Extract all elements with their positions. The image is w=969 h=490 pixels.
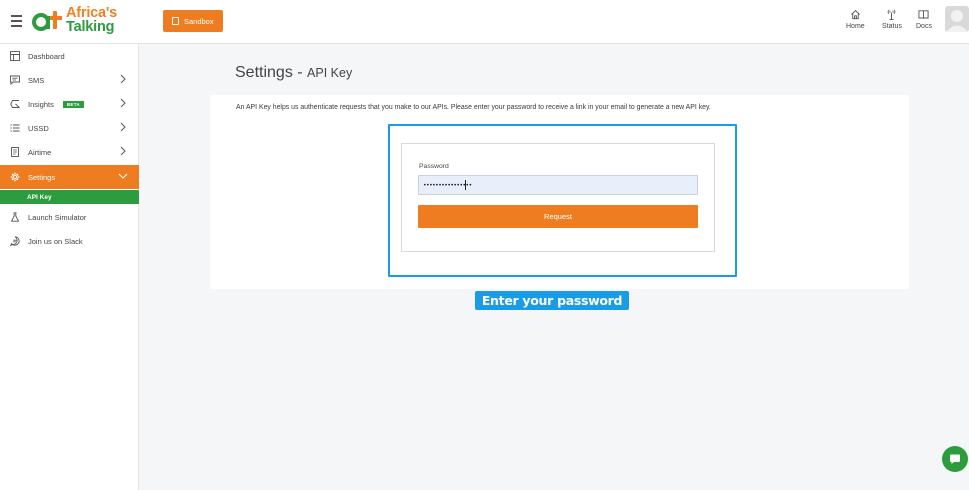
sidebar-item-label: Dashboard — [28, 51, 65, 61]
sidebar-item-label: Settings — [28, 172, 56, 182]
chevron-right-icon — [120, 122, 126, 132]
dashboard-icon — [10, 51, 20, 61]
sidebar-item-dashboard[interactable]: Dashboard — [0, 44, 139, 68]
sidebar-item-sms[interactable]: SMS — [0, 68, 139, 92]
sidebar-item-label: USSD — [28, 123, 49, 133]
chevron-right-icon — [120, 146, 126, 156]
top-bar: Africa's Talking Sandbox Home Status Doc… — [0, 0, 969, 44]
sidebar-item-settings[interactable]: Settings — [0, 165, 139, 189]
ussd-icon — [10, 124, 20, 132]
africas-talking-logo[interactable]: Africa's Talking — [32, 5, 132, 37]
status-antenna-icon — [888, 9, 896, 20]
chevron-down-icon — [118, 173, 128, 179]
tutorial-callout: Enter your password — [475, 291, 629, 310]
insights-icon — [10, 100, 20, 108]
chat-widget-button[interactable] — [942, 446, 968, 472]
home-icon — [850, 10, 860, 20]
nav-home-label: Home — [846, 23, 865, 30]
docs-book-icon — [918, 10, 930, 19]
nav-docs[interactable]: Docs — [916, 9, 932, 30]
sidebar-item-join-slack[interactable]: Join us on Slack — [0, 229, 139, 253]
nav-docs-label: Docs — [916, 23, 932, 30]
page-subtitle: API Key — [307, 66, 353, 80]
tutorial-highlight-box — [388, 124, 737, 277]
page-title-text: Settings — [235, 64, 293, 81]
chevron-right-icon — [120, 98, 126, 108]
chat-icon — [950, 454, 960, 464]
sidebar-subitem-api-key[interactable]: API Key — [0, 190, 139, 204]
logo-text-line2: Talking — [66, 19, 115, 35]
simulator-icon — [10, 212, 20, 222]
nav-status[interactable]: Status — [882, 9, 902, 30]
sidebar-item-ussd[interactable]: USSD — [0, 116, 139, 140]
settings-icon — [10, 172, 20, 182]
logo-text-line1: Africa's — [66, 5, 118, 21]
slack-icon — [10, 236, 20, 246]
menu-icon[interactable] — [11, 13, 27, 29]
page-title-separator: - — [292, 64, 308, 81]
sidebar-item-airtime[interactable]: Airtime — [0, 140, 139, 164]
beta-badge: BETA — [62, 100, 84, 108]
sidebar-item-label: Insights — [28, 99, 54, 109]
sidebar-item-insights[interactable]: Insights BETA — [0, 92, 139, 116]
user-avatar[interactable] — [945, 6, 969, 32]
sandbox-label: Sandbox — [184, 16, 214, 26]
sidebar-item-label: Airtime — [28, 147, 52, 157]
sidebar: Dashboard SMS Insights BETA USSD Airtime… — [0, 44, 139, 490]
page-title: Settings - API Key — [235, 64, 352, 82]
airtime-icon — [11, 147, 19, 157]
sidebar-item-label: Launch Simulator — [28, 212, 87, 222]
api-key-description: An API Key helps us authenticate request… — [236, 104, 711, 111]
nav-status-label: Status — [882, 23, 902, 30]
sms-icon — [10, 75, 20, 85]
sidebar-item-label: Join us on Slack — [28, 236, 83, 246]
sandbox-icon — [172, 17, 179, 25]
chevron-right-icon — [120, 74, 126, 84]
nav-home[interactable]: Home — [846, 9, 865, 30]
sidebar-item-label: SMS — [28, 75, 45, 85]
sidebar-item-launch-simulator[interactable]: Launch Simulator — [0, 205, 139, 229]
sandbox-environment-button[interactable]: Sandbox — [163, 10, 223, 32]
user-avatar-icon — [946, 10, 968, 32]
